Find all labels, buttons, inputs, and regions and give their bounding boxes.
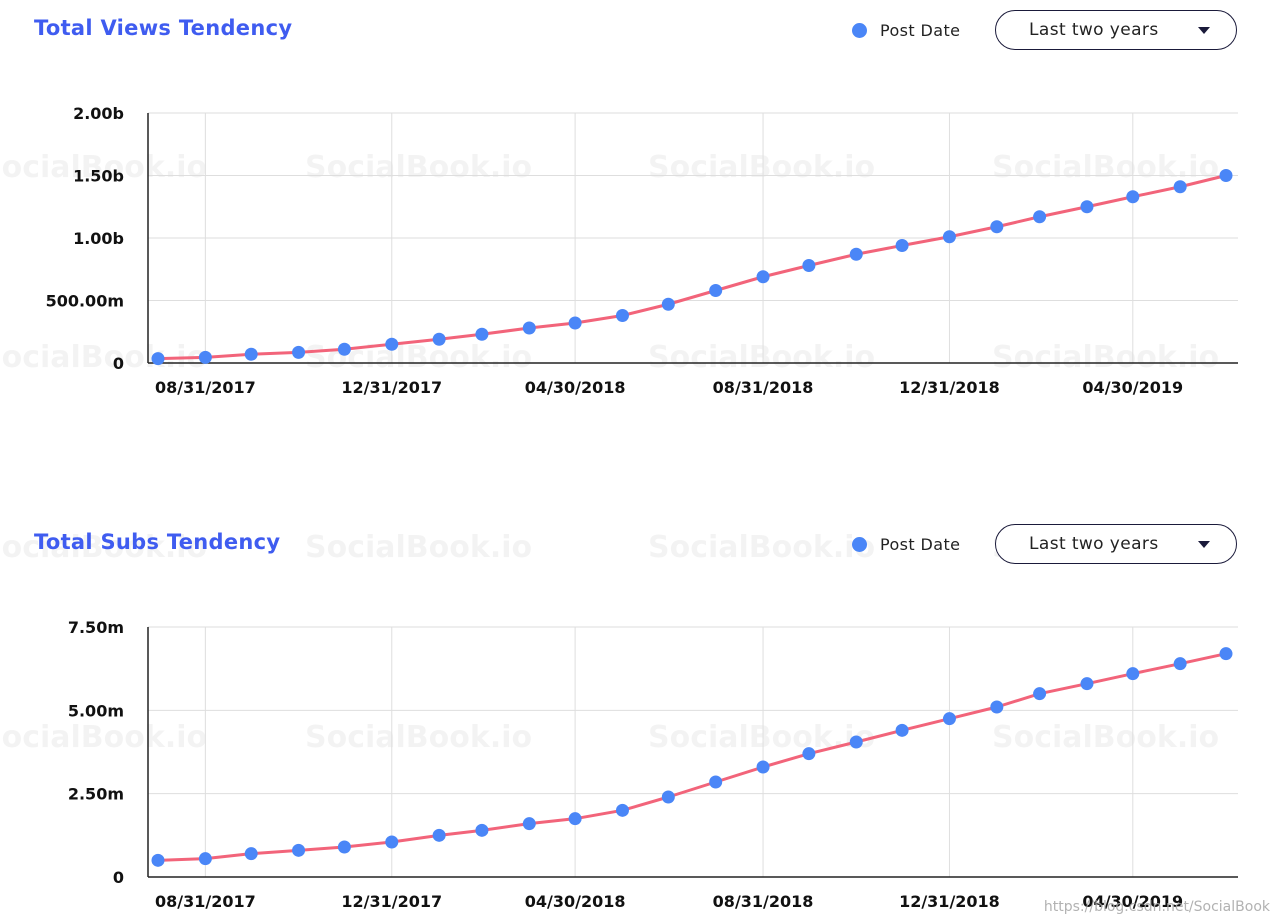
data-point <box>432 828 446 842</box>
data-point <box>895 239 909 252</box>
x-tick-label: 08/31/2017 <box>155 378 256 397</box>
data-point <box>1033 210 1047 224</box>
data-point <box>942 712 956 726</box>
data-point <box>292 843 306 857</box>
x-tick-label: 12/31/2018 <box>899 378 1000 397</box>
y-tick-label: 500.00m <box>46 292 124 311</box>
data-point <box>385 337 399 351</box>
legend-dot-icon <box>852 537 867 552</box>
data-point <box>1173 180 1187 194</box>
series-line <box>157 174 1227 361</box>
x-tick-label: 12/31/2017 <box>341 892 442 911</box>
data-point <box>475 823 489 837</box>
data-point <box>802 259 816 272</box>
subs-chart-title: Total Subs Tendency <box>34 530 281 554</box>
data-point <box>244 847 258 861</box>
views-range-dropdown-label: Last two years <box>1029 20 1159 40</box>
x-tick-label: 04/30/2019 <box>1082 378 1183 397</box>
views-range-dropdown[interactable]: Last two years <box>995 10 1237 50</box>
subs-range-dropdown[interactable]: Last two years <box>995 524 1237 564</box>
data-point <box>151 352 165 366</box>
x-tick-label: 04/30/2018 <box>525 378 626 397</box>
data-point <box>756 270 770 284</box>
footer-credit: https://blog.csdn.net/SocialBook <box>1043 899 1270 915</box>
y-tick-label: 2.50m <box>68 785 124 804</box>
data-point <box>756 760 770 774</box>
legend-dot-icon <box>852 23 867 38</box>
data-point <box>198 350 212 364</box>
data-point <box>151 853 165 867</box>
views-chart-title: Total Views Tendency <box>34 16 293 40</box>
data-point <box>1033 687 1047 701</box>
x-tick-label: 08/31/2018 <box>713 378 814 397</box>
y-tick-label: 2.00b <box>73 104 124 123</box>
x-tick-label: 08/31/2018 <box>713 892 814 911</box>
data-point <box>615 803 629 817</box>
subs-legend-label: Post Date <box>880 535 961 554</box>
x-tick-label: 08/31/2017 <box>155 892 256 911</box>
views-line-chart: 0 500.00m 1.00b 1.50b 2.00b 08/31/2017 12/31/2… <box>46 104 1238 397</box>
data-point <box>1080 200 1094 214</box>
y-tick-label: 0 <box>113 868 124 887</box>
y-tick-label: 1.00b <box>73 229 124 248</box>
data-point <box>1126 190 1140 204</box>
data-point <box>990 220 1004 234</box>
data-point <box>615 309 629 322</box>
data-point <box>337 342 351 356</box>
views-panel: Total Views Tendency Post Date Last two … <box>0 0 1280 420</box>
data-point <box>709 284 723 297</box>
data-point <box>1173 657 1187 671</box>
data-point <box>337 840 351 854</box>
data-point <box>849 247 863 261</box>
data-point <box>432 332 446 346</box>
caret-down-icon <box>1198 540 1210 548</box>
data-point <box>1219 169 1233 182</box>
subs-range-dropdown-label: Last two years <box>1029 534 1159 554</box>
x-tick-label: 12/31/2018 <box>899 892 1000 911</box>
data-point <box>198 852 212 866</box>
data-point <box>522 321 536 335</box>
data-point <box>475 327 489 341</box>
data-point <box>802 747 816 761</box>
data-point <box>568 812 582 826</box>
data-point <box>244 347 258 361</box>
y-tick-label: 5.00m <box>68 701 124 720</box>
data-point <box>661 297 675 311</box>
data-point <box>1126 667 1140 681</box>
views-legend[interactable]: Post Date <box>852 21 960 40</box>
views-legend-label: Post Date <box>880 21 961 40</box>
y-tick-label: 1.50b <box>73 167 124 186</box>
x-tick-label: 12/31/2017 <box>341 378 442 397</box>
data-point <box>522 817 536 831</box>
series-line <box>157 652 1227 862</box>
caret-down-icon <box>1198 26 1210 34</box>
y-tick-label: 7.50m <box>68 618 124 637</box>
subs-legend[interactable]: Post Date <box>852 535 960 554</box>
data-point <box>709 775 723 789</box>
data-point <box>292 345 306 359</box>
data-point <box>385 835 399 849</box>
data-point <box>661 790 675 804</box>
data-point <box>895 723 909 737</box>
subs-line-chart: 0 2.50m 5.00m 7.50m 08/31/2017 12/31/2017 04/3… <box>68 618 1238 911</box>
subs-panel: Total Subs Tendency Post Date Last two y… <box>0 514 1280 919</box>
data-point <box>1080 677 1094 691</box>
y-tick-label: 0 <box>113 354 124 373</box>
x-tick-label: 04/30/2018 <box>525 892 626 911</box>
data-point <box>1219 647 1233 661</box>
data-point <box>942 230 956 244</box>
data-point <box>849 735 863 749</box>
data-point <box>568 316 582 330</box>
data-point <box>990 700 1004 714</box>
